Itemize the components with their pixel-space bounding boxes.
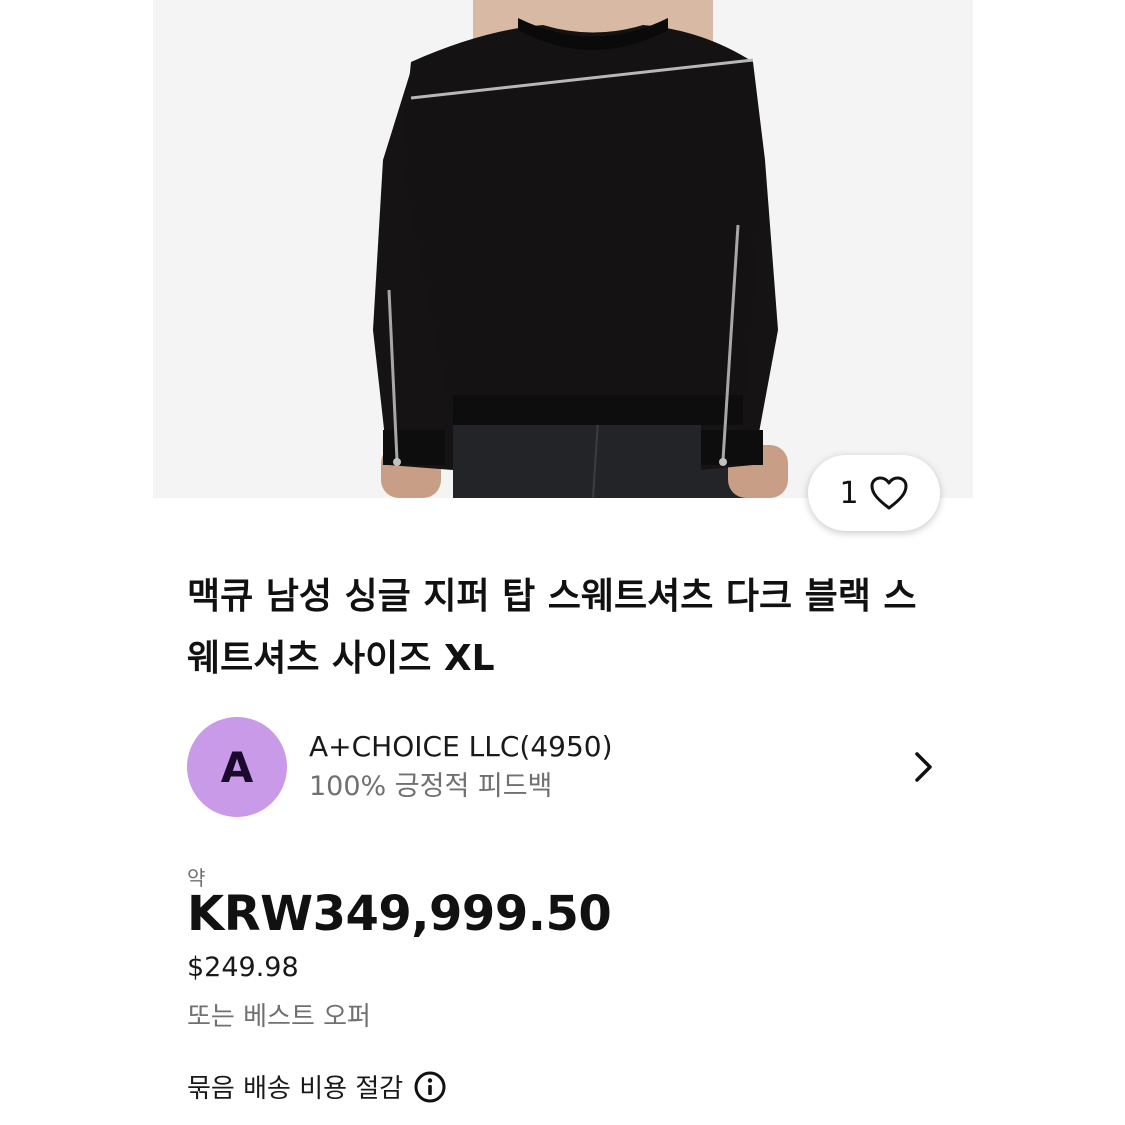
seller-feedback: 100% 긍정적 피드백	[309, 771, 553, 802]
heart-icon	[870, 476, 908, 510]
sweatshirt-photo	[153, 0, 973, 498]
watch-count: 1	[839, 475, 859, 511]
shipping-label: 묶음 배송 비용 절감	[187, 1074, 404, 1104]
seller-info: A+CHOICE LLC(4950) 100% 긍정적 피드백	[309, 727, 903, 807]
watch-button[interactable]: 1	[808, 455, 940, 531]
shipping-savings: 묶음 배송 비용 절감	[187, 1068, 447, 1105]
chevron-right-icon[interactable]	[903, 747, 943, 787]
listing-title: 맥큐 남성 싱글 지퍼 탑 스웨트셔츠 다크 블랙 스웨트셔츠 사이즈 XL	[187, 576, 917, 679]
seller-name: A+CHOICE LLC(4950)	[309, 730, 613, 763]
best-offer-label: 또는 베스트 오퍼	[187, 1002, 371, 1032]
product-image[interactable]	[153, 0, 973, 498]
price-usd: $249.98	[187, 952, 299, 983]
price-local: KRW349,999.50	[187, 886, 612, 942]
info-icon[interactable]	[413, 1070, 447, 1104]
seller-avatar: A	[187, 717, 287, 817]
seller-row[interactable]: A A+CHOICE LLC(4950) 100% 긍정적 피드백	[187, 716, 947, 818]
